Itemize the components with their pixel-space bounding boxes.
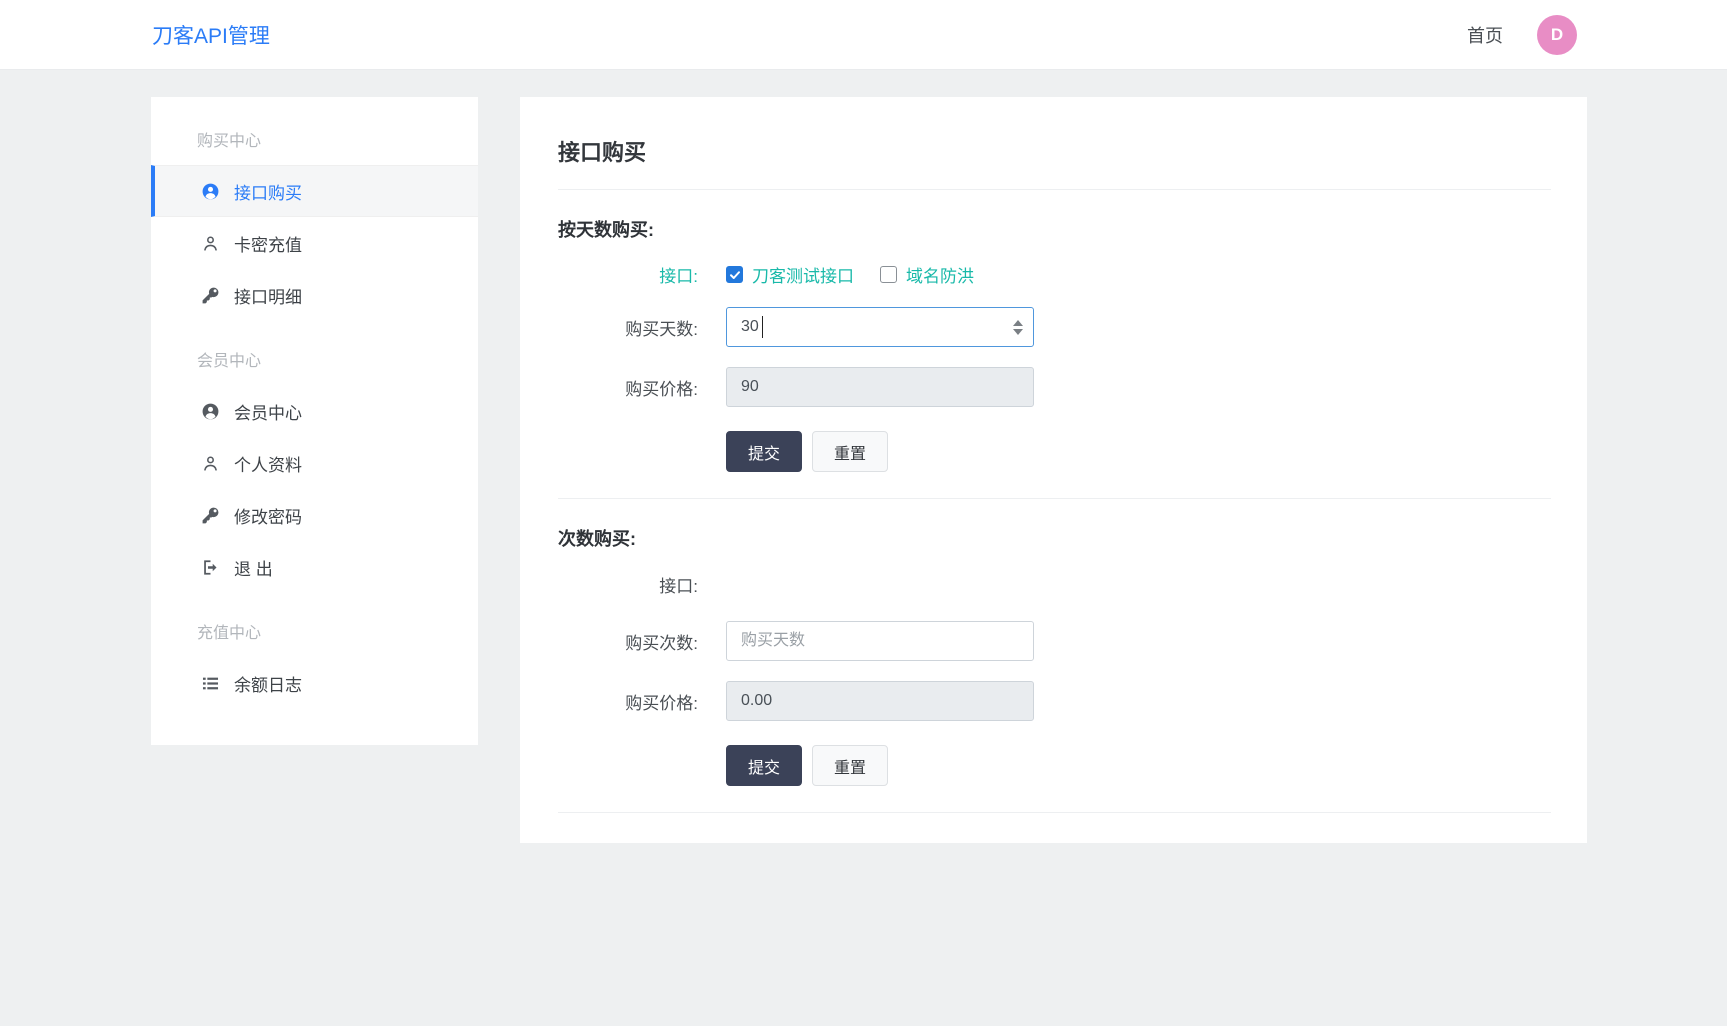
purchase-price-label: 购买价格: [558, 689, 698, 714]
sidebar-item-label: 退 出 [234, 555, 273, 580]
brand-title[interactable]: 刀客API管理 [152, 20, 270, 50]
sidebar-item-change-password[interactable]: 修改密码 [151, 489, 478, 541]
purchase-days-row: 购买天数: [558, 307, 1551, 347]
purchase-price-input [726, 367, 1034, 407]
list-icon [201, 674, 220, 693]
reset-button[interactable]: 重置 [812, 431, 888, 472]
sidebar-item-logout[interactable]: 退 出 [151, 541, 478, 593]
interface-purchase-card: 接口购买 按天数购买: 接口: 刀客测试接口 域名防洪 购买天数: [520, 97, 1587, 843]
user-outline-icon [201, 234, 220, 253]
avatar[interactable]: D [1537, 15, 1577, 55]
purchase-price-row-2: 购买价格: [558, 681, 1551, 721]
sidebar-item-label: 接口购买 [234, 179, 302, 204]
checkbox-label: 刀客测试接口 [752, 262, 854, 287]
sidebar-item-label: 修改密码 [234, 503, 302, 528]
sidebar-item-profile[interactable]: 个人资料 [151, 437, 478, 489]
sidebar-section-recharge-center: 充值中心 [151, 593, 478, 657]
navbar: 刀客API管理 首页 D [0, 0, 1727, 70]
purchase-count-label: 购买次数: [558, 629, 698, 654]
sidebar-section-purchase-center: 购买中心 [151, 101, 478, 165]
buy-by-count-heading: 次数购买: [558, 525, 1551, 551]
interface-select-row: 接口: 刀客测试接口 域名防洪 [558, 262, 1551, 287]
purchase-price-label: 购买价格: [558, 375, 698, 400]
sidebar-item-label: 个人资料 [234, 451, 302, 476]
sidebar-item-label: 会员中心 [234, 399, 302, 424]
buy-by-days-heading: 按天数购买: [558, 216, 1551, 242]
sidebar-item-label: 卡密充值 [234, 231, 302, 256]
interface-select-row-2: 接口: [558, 571, 1551, 597]
checkbox-label: 域名防洪 [906, 262, 974, 287]
checkbox-checked-icon[interactable] [726, 266, 743, 283]
spinner-down-icon[interactable] [1013, 329, 1023, 335]
divider [558, 189, 1551, 190]
logout-icon [201, 558, 220, 577]
sidebar-item-card-recharge[interactable]: 卡密充值 [151, 217, 478, 269]
divider [558, 812, 1551, 813]
interface-label: 接口: [558, 572, 698, 597]
page-title: 接口购买 [558, 135, 1551, 167]
purchase-days-label: 购买天数: [558, 315, 698, 340]
submit-button-2[interactable]: 提交 [726, 745, 802, 786]
spinner-up-icon[interactable] [1013, 320, 1023, 326]
user-circle-icon [201, 182, 220, 201]
purchase-count-input[interactable] [726, 621, 1034, 661]
sidebar-section-member-center: 会员中心 [151, 321, 478, 385]
key-icon [201, 506, 220, 525]
text-caret [762, 316, 763, 338]
reset-button-2[interactable]: 重置 [812, 745, 888, 786]
sidebar-item-label: 余额日志 [234, 671, 302, 696]
checkbox-daoke-test-interface[interactable]: 刀客测试接口 [726, 262, 854, 287]
purchase-count-row: 购买次数: [558, 621, 1551, 661]
nav-home-link[interactable]: 首页 [1467, 22, 1503, 48]
submit-button[interactable]: 提交 [726, 431, 802, 472]
key-icon [201, 286, 220, 305]
sidebar-item-label: 接口明细 [234, 283, 302, 308]
checkbox-unchecked-icon[interactable] [880, 266, 897, 283]
sidebar-item-interface-purchase[interactable]: 接口购买 [151, 165, 478, 217]
sidebar-item-member-center[interactable]: 会员中心 [151, 385, 478, 437]
checkbox-domain-flood-control[interactable]: 域名防洪 [880, 262, 974, 287]
purchase-price-row: 购买价格: [558, 367, 1551, 407]
purchase-price-input-2 [726, 681, 1034, 721]
sidebar-item-balance-log[interactable]: 余额日志 [151, 657, 478, 709]
number-spinner[interactable] [1011, 307, 1025, 347]
interface-label: 接口: [558, 262, 698, 287]
purchase-days-input[interactable] [726, 307, 1034, 347]
user-outline-icon [201, 454, 220, 473]
divider [558, 498, 1551, 499]
sidebar-item-interface-detail[interactable]: 接口明细 [151, 269, 478, 321]
sidebar: 购买中心 接口购买 卡密充值 接口明细 会员中心 会员中心 [151, 97, 478, 745]
user-circle-icon [201, 402, 220, 421]
